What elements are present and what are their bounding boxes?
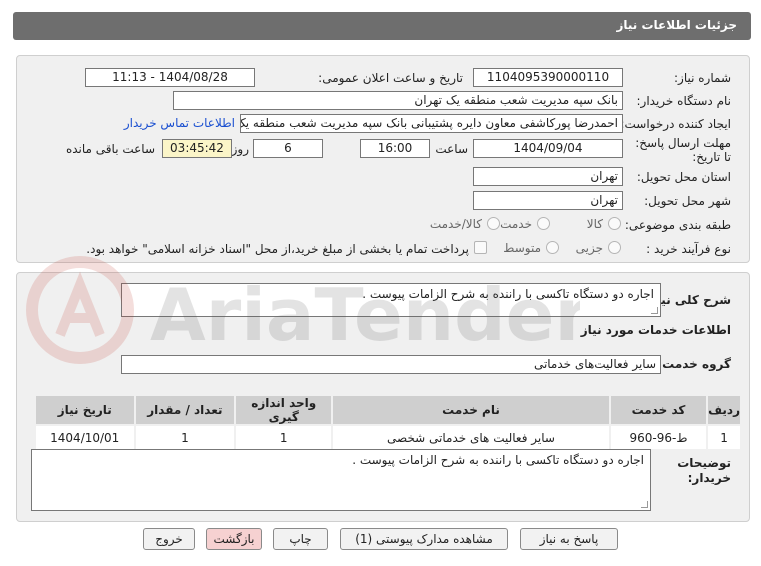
services-table: ردیف کد خدمت نام خدمت واحد اندازه گیری ت… bbox=[34, 394, 742, 451]
resize-grip-icon[interactable] bbox=[651, 307, 658, 314]
buyer-notes-field: اجاره دو دستگاه تاکسی با راننده به شرح ا… bbox=[31, 449, 651, 511]
purchase-minor-radio[interactable] bbox=[608, 241, 621, 254]
city-field: تهران bbox=[473, 191, 623, 210]
announce-field: 1404/08/28 - 11:13 bbox=[85, 68, 255, 87]
purchase-type-label: نوع فرآیند خرید : bbox=[646, 242, 731, 256]
need-number-field: 1104095390000110 bbox=[473, 68, 623, 87]
purchase-minor-label: جزیی bbox=[575, 241, 603, 255]
category-goods-radio[interactable] bbox=[608, 217, 621, 230]
payment-note: پرداخت تمام یا بخشی از مبلغ خرید،از محل … bbox=[86, 242, 469, 256]
service-group-label: گروه خدمت: bbox=[657, 357, 731, 371]
cell-name: سایر فعالیت های خدماتی شخصی bbox=[331, 424, 611, 451]
need-details-panel: شرح کلی نیاز: اجاره دو دستگاه تاکسی با ر… bbox=[16, 272, 750, 522]
province-label: استان محل تحویل: bbox=[636, 170, 731, 184]
remaining-time-field: 03:45:42 bbox=[162, 139, 232, 158]
deadline-time-field: 16:00 bbox=[360, 139, 430, 158]
cell-row: 1 bbox=[706, 424, 742, 451]
table-row: 1 ط-96-960 سایر فعالیت های خدماتی شخصی 1… bbox=[34, 424, 742, 451]
category-goods-label: کالا bbox=[586, 217, 603, 231]
back-button[interactable]: بازگشت bbox=[206, 528, 262, 550]
purchase-medium-radio[interactable] bbox=[546, 241, 559, 254]
creator-field: احمدرضا پورکاشفی معاون دایره پشتیبانی با… bbox=[240, 114, 623, 133]
creator-label: ایجاد کننده درخواست: bbox=[620, 117, 731, 131]
days-field: 6 bbox=[253, 139, 323, 158]
category-goods-service-label: کالا/خدمت bbox=[429, 217, 482, 231]
general-desc-field: اجاره دو دستگاه تاکسی با راننده به شرح ا… bbox=[121, 283, 661, 317]
buyer-label: نام دستگاه خریدار: bbox=[636, 94, 732, 108]
remaining-label: ساعت باقی مانده bbox=[65, 142, 155, 156]
province-field: تهران bbox=[473, 167, 623, 186]
services-heading: اطلاعات خدمات مورد نیاز bbox=[580, 323, 731, 337]
col-row-header: ردیف bbox=[706, 394, 742, 426]
time-label: ساعت bbox=[435, 142, 468, 156]
page-title: جزئیات اطلاعات نیاز bbox=[13, 12, 751, 40]
deadline-date-field: 1404/09/04 bbox=[473, 139, 623, 158]
need-info-panel: شماره نیاز: 1104095390000110 تاریخ و ساع… bbox=[16, 55, 750, 263]
cell-qty: 1 bbox=[133, 424, 237, 451]
category-goods-service-radio[interactable] bbox=[487, 217, 500, 230]
category-service-radio[interactable] bbox=[537, 217, 550, 230]
category-label: طبقه بندی موضوعی: bbox=[624, 218, 731, 232]
announce-label: تاریخ و ساعت اعلان عمومی: bbox=[318, 71, 463, 85]
print-button[interactable]: چاپ bbox=[273, 528, 328, 550]
buyer-notes-label: توضیحات خریدار: bbox=[677, 456, 731, 485]
cell-unit: 1 bbox=[234, 424, 334, 451]
resize-grip-icon[interactable] bbox=[641, 501, 648, 508]
col-qty-header: تعداد / مقدار bbox=[133, 394, 237, 426]
service-group-field: سایر فعالیت‌های خدماتی bbox=[121, 355, 661, 374]
city-label: شهر محل تحویل: bbox=[644, 194, 731, 208]
view-attachments-button[interactable]: مشاهده مدارک پیوستی (1) bbox=[340, 528, 508, 550]
exit-button[interactable]: خروج bbox=[143, 528, 195, 550]
category-service-label: خدمت bbox=[500, 217, 532, 231]
buyer-field: بانک سپه مدیریت شعب منطقه یک تهران bbox=[173, 91, 623, 110]
deadline-label: مهلت ارسال پاسخ: تا تاریخ: bbox=[635, 136, 731, 164]
cell-code: ط-96-960 bbox=[608, 424, 709, 451]
col-code-header: کد خدمت bbox=[608, 394, 709, 426]
general-desc-text: اجاره دو دستگاه تاکسی با راننده به شرح ا… bbox=[362, 287, 654, 301]
table-header-row: ردیف کد خدمت نام خدمت واحد اندازه گیری ت… bbox=[34, 394, 742, 426]
col-name-header: نام خدمت bbox=[331, 394, 611, 426]
col-unit-header: واحد اندازه گیری bbox=[234, 394, 334, 426]
need-number-label: شماره نیاز: bbox=[674, 71, 731, 85]
purchase-medium-label: متوسط bbox=[503, 241, 541, 255]
reply-button[interactable]: پاسخ به نیاز bbox=[520, 528, 618, 550]
buyer-contact-link[interactable]: اطلاعات تماس خریدار bbox=[124, 116, 235, 130]
buyer-notes-text: اجاره دو دستگاه تاکسی با راننده به شرح ا… bbox=[352, 453, 644, 467]
col-date-header: تاریخ نیاز bbox=[34, 394, 136, 426]
treasury-checkbox[interactable] bbox=[474, 241, 487, 254]
cell-date: 1404/10/01 bbox=[34, 424, 136, 451]
